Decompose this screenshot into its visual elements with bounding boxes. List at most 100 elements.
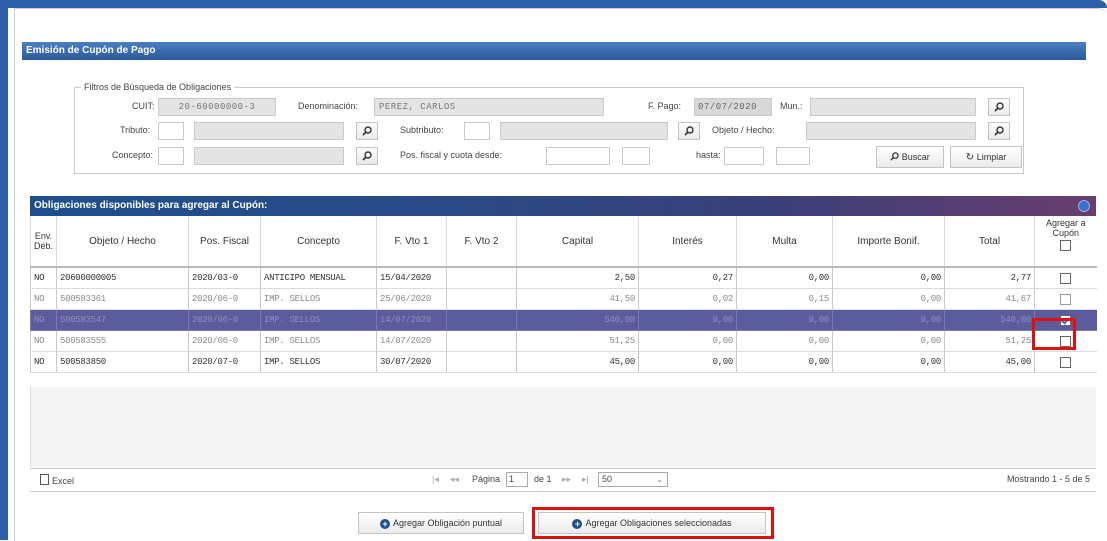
pagina-label: Página: [472, 474, 501, 484]
denominacion-field[interactable]: PEREZ, CARLOS: [374, 98, 604, 116]
refresh-icon: ↻: [965, 152, 975, 163]
cell-agregar: [1034, 267, 1097, 289]
col-fvto1[interactable]: F. Vto 1: [376, 216, 447, 268]
col-multa[interactable]: Multa: [736, 216, 833, 268]
concepto-code-field[interactable]: [158, 147, 184, 165]
page-size-select[interactable]: 50 ⌄: [598, 472, 668, 487]
cell-concepto: IMP. SELLOS: [260, 309, 377, 331]
cell-objeto: 500583361: [56, 288, 189, 310]
cell-env: NO: [30, 309, 57, 331]
table-row-selected[interactable]: NO 500583547 2020/06-0 IMP. SELLOS 14/07…: [30, 309, 1097, 331]
cell-env: NO: [30, 351, 57, 373]
cell-multa: 0,00: [736, 330, 833, 352]
concepto-desc-field: [194, 147, 344, 165]
cell-fvto2: [446, 330, 517, 352]
tributo-label: Tributo:: [120, 125, 151, 135]
col-fvto2[interactable]: F. Vto 2: [446, 216, 517, 268]
cell-objeto: 500583547: [56, 309, 189, 331]
grid-pager: Excel |◂ ◂◂ Página 1 de 1 ▸▸ ▸| 50 ⌄ Mos…: [30, 468, 1096, 492]
next-page-icon[interactable]: ▸▸: [562, 474, 571, 485]
cuota-hasta-field[interactable]: [776, 147, 810, 165]
cell-bonif: 0,00: [832, 288, 945, 310]
objeto-lookup-button[interactable]: [988, 122, 1010, 140]
agregar-seleccionadas-button[interactable]: + Agregar Obligaciones seleccionadas: [538, 512, 766, 534]
row-checkbox-checked[interactable]: [1060, 314, 1072, 326]
cuota-desde-field[interactable]: [622, 147, 650, 165]
col-env-deb[interactable]: Env. Déb.: [30, 216, 57, 268]
table-row[interactable]: NO 20600000005 2020/03-0 ANTICIPO MENSUA…: [30, 267, 1097, 289]
cell-objeto: 20600000005: [56, 267, 189, 289]
prev-page-icon[interactable]: ◂◂: [450, 474, 459, 485]
cell-pos-fiscal: 2020/06-0: [188, 309, 261, 331]
col-importe-bonif[interactable]: Importe Bonif.: [832, 216, 945, 268]
page-number-input[interactable]: 1: [506, 472, 528, 487]
col-total[interactable]: Total: [944, 216, 1035, 268]
cell-fvto1: 14/07/2020: [376, 330, 447, 352]
cell-pos-fiscal: 2020/07-0: [188, 351, 261, 373]
close-icon[interactable]: [1078, 200, 1090, 212]
cell-interes: 0,00: [638, 330, 737, 352]
first-page-icon[interactable]: |◂: [432, 474, 439, 485]
grid-title: Obligaciones disponibles para agregar al…: [34, 200, 268, 211]
cell-agregar: [1034, 351, 1097, 373]
concepto-lookup-button[interactable]: [356, 147, 378, 165]
fpago-field[interactable]: 07/07/2020: [694, 98, 772, 116]
plus-icon: +: [379, 518, 390, 529]
cell-agregar: [1034, 288, 1097, 310]
cell-interes: 0,00: [638, 351, 737, 373]
col-concepto[interactable]: Concepto: [260, 216, 377, 268]
buscar-button[interactable]: Buscar: [876, 146, 944, 168]
cell-multa: 0,00: [736, 267, 833, 289]
col-pos-fiscal[interactable]: Pos. Fiscal: [188, 216, 261, 268]
cell-total: 540,00: [944, 309, 1035, 331]
search-icon: [684, 126, 694, 136]
search-icon: [362, 126, 372, 136]
cell-total: 51,25: [944, 330, 1035, 352]
filters-legend: Filtros de Búsqueda de Obligaciones: [84, 82, 232, 92]
posfiscal-label: Pos. fiscal y cuota desde:: [400, 150, 503, 160]
select-all-checkbox[interactable]: [1060, 240, 1072, 251]
col-objeto[interactable]: Objeto / Hecho: [56, 216, 189, 268]
posfiscal-desde-field[interactable]: [546, 147, 610, 165]
table-row[interactable]: NO 500583361 2020/06-0 IMP. SELLOS 25/06…: [30, 288, 1097, 310]
table-row[interactable]: NO 500583850 2020/07-0 IMP. SELLOS 30/07…: [30, 351, 1097, 373]
cell-interes: 0,02: [638, 288, 737, 310]
cell-capital: 540,00: [516, 309, 639, 331]
cell-fvto2: [446, 267, 517, 289]
cell-objeto: 500583555: [56, 330, 189, 352]
table-header-row: Env. Déb. Objeto / Hecho Pos. Fiscal Con…: [30, 216, 1097, 268]
cell-interes: 0,00: [638, 309, 737, 331]
cell-fvto1: 14/07/2020: [376, 309, 447, 331]
mun-field[interactable]: [810, 98, 976, 116]
col-agregar-label: Agregar a Cupón: [1045, 218, 1086, 238]
excel-export-button[interactable]: Excel: [40, 474, 74, 486]
agregar-puntual-button[interactable]: + Agregar Obligación puntual: [358, 512, 524, 534]
objeto-field[interactable]: [806, 122, 976, 140]
cuit-field[interactable]: 20-60000000-3: [158, 98, 276, 116]
row-checkbox[interactable]: [1060, 293, 1072, 305]
cell-concepto: IMP. SELLOS: [260, 351, 377, 373]
tributo-code-field[interactable]: [158, 122, 184, 140]
tributo-lookup-button[interactable]: [356, 122, 378, 140]
limpiar-button[interactable]: ↻ Limpiar: [950, 146, 1022, 168]
posfiscal-hasta-field[interactable]: [724, 147, 764, 165]
cell-fvto2: [446, 288, 517, 310]
last-page-icon[interactable]: ▸|: [582, 474, 589, 485]
document-icon: [40, 474, 49, 485]
limpiar-label: Limpiar: [976, 152, 1007, 162]
table-row[interactable]: NO 500583555 2020/06-0 IMP. SELLOS 14/07…: [30, 330, 1097, 352]
excel-label: Excel: [52, 476, 75, 486]
col-capital[interactable]: Capital: [516, 216, 639, 268]
cell-objeto: 500583850: [56, 351, 189, 373]
denominacion-label: Denominación:: [298, 101, 359, 111]
col-agregar: Agregar a Cupón: [1034, 216, 1097, 268]
buscar-label: Buscar: [901, 152, 930, 162]
subtributo-lookup-button[interactable]: [678, 122, 700, 140]
row-checkbox[interactable]: [1060, 272, 1072, 284]
col-interes[interactable]: Interés: [638, 216, 737, 268]
subtributo-code-field[interactable]: [464, 122, 490, 140]
row-checkbox[interactable]: [1060, 335, 1072, 347]
mun-lookup-button[interactable]: [988, 98, 1010, 116]
cell-multa: 0,00: [736, 351, 833, 373]
row-checkbox[interactable]: [1060, 356, 1072, 368]
